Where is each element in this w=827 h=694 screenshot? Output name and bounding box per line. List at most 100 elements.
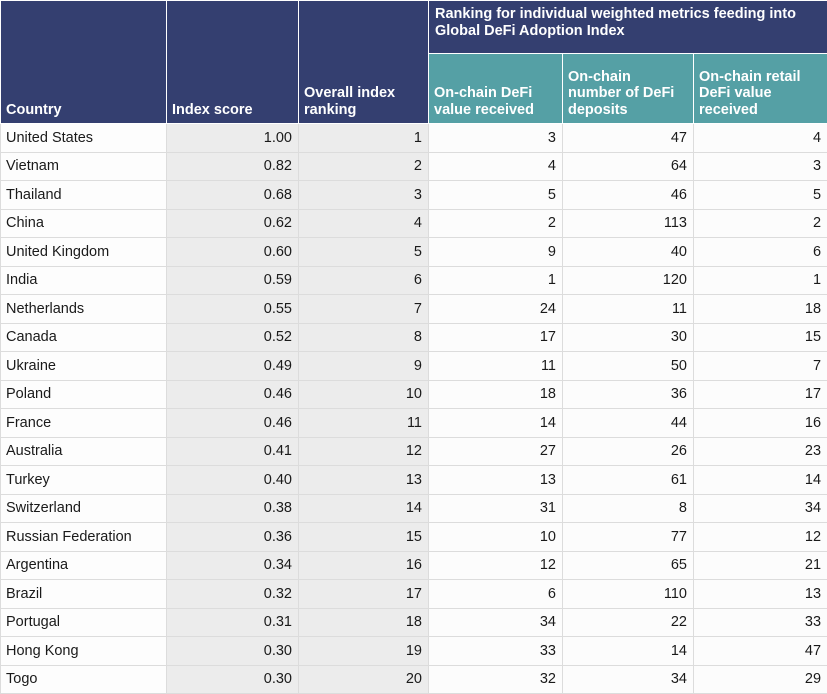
cell-index-score: 0.60 (167, 238, 299, 267)
cell-overall-index-ranking: 20 (299, 665, 429, 694)
table-row: Ukraine0.49911507 (1, 352, 827, 381)
cell-country: Canada (1, 323, 167, 352)
cell-onchain-retail-defi-value-received: 12 (694, 523, 827, 552)
cell-country: Thailand (1, 181, 167, 210)
table-row: United Kingdom0.6059406 (1, 238, 827, 267)
cell-onchain-retail-defi-value-received: 34 (694, 494, 827, 523)
cell-country: Poland (1, 380, 167, 409)
cell-onchain-retail-defi-value-received: 4 (694, 124, 827, 153)
cell-overall-index-ranking: 2 (299, 152, 429, 181)
cell-onchain-defi-value-received: 9 (429, 238, 563, 267)
table-row: Brazil0.3217611013 (1, 580, 827, 609)
column-header-onchain-defi-value-received-label: On-chain DeFi value received (429, 82, 562, 123)
cell-onchain-defi-value-received: 14 (429, 409, 563, 438)
cell-overall-index-ranking: 18 (299, 608, 429, 637)
table-row: Turkey0.4013136114 (1, 466, 827, 495)
cell-country: France (1, 409, 167, 438)
cell-onchain-number-of-defi-deposits: 36 (563, 380, 694, 409)
cell-overall-index-ranking: 7 (299, 295, 429, 324)
cell-onchain-number-of-defi-deposits: 65 (563, 551, 694, 580)
cell-overall-index-ranking: 10 (299, 380, 429, 409)
cell-index-score: 0.30 (167, 637, 299, 666)
cell-onchain-defi-value-received: 4 (429, 152, 563, 181)
cell-country: United Kingdom (1, 238, 167, 267)
cell-onchain-number-of-defi-deposits: 26 (563, 437, 694, 466)
cell-overall-index-ranking: 19 (299, 637, 429, 666)
cell-onchain-retail-defi-value-received: 33 (694, 608, 827, 637)
cell-onchain-number-of-defi-deposits: 30 (563, 323, 694, 352)
cell-onchain-defi-value-received: 2 (429, 209, 563, 238)
cell-overall-index-ranking: 16 (299, 551, 429, 580)
cell-overall-index-ranking: 12 (299, 437, 429, 466)
table-row: China0.62421132 (1, 209, 827, 238)
cell-index-score: 0.38 (167, 494, 299, 523)
cell-country: India (1, 266, 167, 295)
table-row: Togo0.3020323429 (1, 665, 827, 694)
table-row: Portugal0.3118342233 (1, 608, 827, 637)
cell-onchain-defi-value-received: 3 (429, 124, 563, 153)
cell-country: Togo (1, 665, 167, 694)
cell-index-score: 1.00 (167, 124, 299, 153)
cell-overall-index-ranking: 8 (299, 323, 429, 352)
cell-index-score: 0.68 (167, 181, 299, 210)
cell-onchain-number-of-defi-deposits: 120 (563, 266, 694, 295)
column-header-group-weighted-metrics: Ranking for individual weighted metrics … (429, 1, 827, 54)
cell-country: Vietnam (1, 152, 167, 181)
table-row: Canada0.528173015 (1, 323, 827, 352)
column-header-country: Country (1, 1, 167, 124)
cell-onchain-number-of-defi-deposits: 40 (563, 238, 694, 267)
column-header-country-label: Country (1, 99, 166, 123)
cell-index-score: 0.62 (167, 209, 299, 238)
cell-onchain-defi-value-received: 6 (429, 580, 563, 609)
cell-country: Hong Kong (1, 637, 167, 666)
cell-overall-index-ranking: 14 (299, 494, 429, 523)
cell-onchain-defi-value-received: 32 (429, 665, 563, 694)
cell-onchain-retail-defi-value-received: 23 (694, 437, 827, 466)
cell-onchain-retail-defi-value-received: 47 (694, 637, 827, 666)
cell-onchain-retail-defi-value-received: 14 (694, 466, 827, 495)
cell-onchain-defi-value-received: 24 (429, 295, 563, 324)
cell-country: Brazil (1, 580, 167, 609)
cell-onchain-defi-value-received: 10 (429, 523, 563, 552)
cell-onchain-number-of-defi-deposits: 14 (563, 637, 694, 666)
cell-onchain-defi-value-received: 27 (429, 437, 563, 466)
cell-onchain-number-of-defi-deposits: 61 (563, 466, 694, 495)
cell-onchain-defi-value-received: 5 (429, 181, 563, 210)
table-row: Poland0.4610183617 (1, 380, 827, 409)
cell-onchain-number-of-defi-deposits: 77 (563, 523, 694, 552)
cell-onchain-retail-defi-value-received: 13 (694, 580, 827, 609)
cell-onchain-defi-value-received: 11 (429, 352, 563, 381)
cell-onchain-retail-defi-value-received: 7 (694, 352, 827, 381)
cell-onchain-number-of-defi-deposits: 11 (563, 295, 694, 324)
cell-overall-index-ranking: 1 (299, 124, 429, 153)
cell-country: Turkey (1, 466, 167, 495)
table-row: Argentina0.3416126521 (1, 551, 827, 580)
column-header-onchain-retail-defi-value-received: On-chain retail DeFi value received (694, 54, 827, 124)
cell-overall-index-ranking: 15 (299, 523, 429, 552)
cell-onchain-defi-value-received: 12 (429, 551, 563, 580)
cell-index-score: 0.30 (167, 665, 299, 694)
cell-country: United States (1, 124, 167, 153)
column-header-index-score: Index score (167, 1, 299, 124)
column-header-onchain-number-of-defi-deposits: On-chain number of DeFi deposits (563, 54, 694, 124)
cell-country: Australia (1, 437, 167, 466)
table-body: United States1.0013474Vietnam0.8224643Th… (1, 124, 827, 694)
cell-onchain-defi-value-received: 17 (429, 323, 563, 352)
cell-onchain-number-of-defi-deposits: 50 (563, 352, 694, 381)
column-header-group-weighted-metrics-label: Ranking for individual weighted metrics … (429, 1, 827, 44)
cell-index-score: 0.55 (167, 295, 299, 324)
cell-index-score: 0.31 (167, 608, 299, 637)
cell-onchain-retail-defi-value-received: 21 (694, 551, 827, 580)
cell-onchain-number-of-defi-deposits: 46 (563, 181, 694, 210)
cell-onchain-retail-defi-value-received: 15 (694, 323, 827, 352)
cell-onchain-retail-defi-value-received: 1 (694, 266, 827, 295)
cell-onchain-retail-defi-value-received: 18 (694, 295, 827, 324)
cell-overall-index-ranking: 13 (299, 466, 429, 495)
cell-onchain-defi-value-received: 13 (429, 466, 563, 495)
cell-onchain-number-of-defi-deposits: 113 (563, 209, 694, 238)
cell-index-score: 0.49 (167, 352, 299, 381)
table-row: United States1.0013474 (1, 124, 827, 153)
cell-onchain-defi-value-received: 18 (429, 380, 563, 409)
cell-overall-index-ranking: 4 (299, 209, 429, 238)
cell-onchain-number-of-defi-deposits: 8 (563, 494, 694, 523)
